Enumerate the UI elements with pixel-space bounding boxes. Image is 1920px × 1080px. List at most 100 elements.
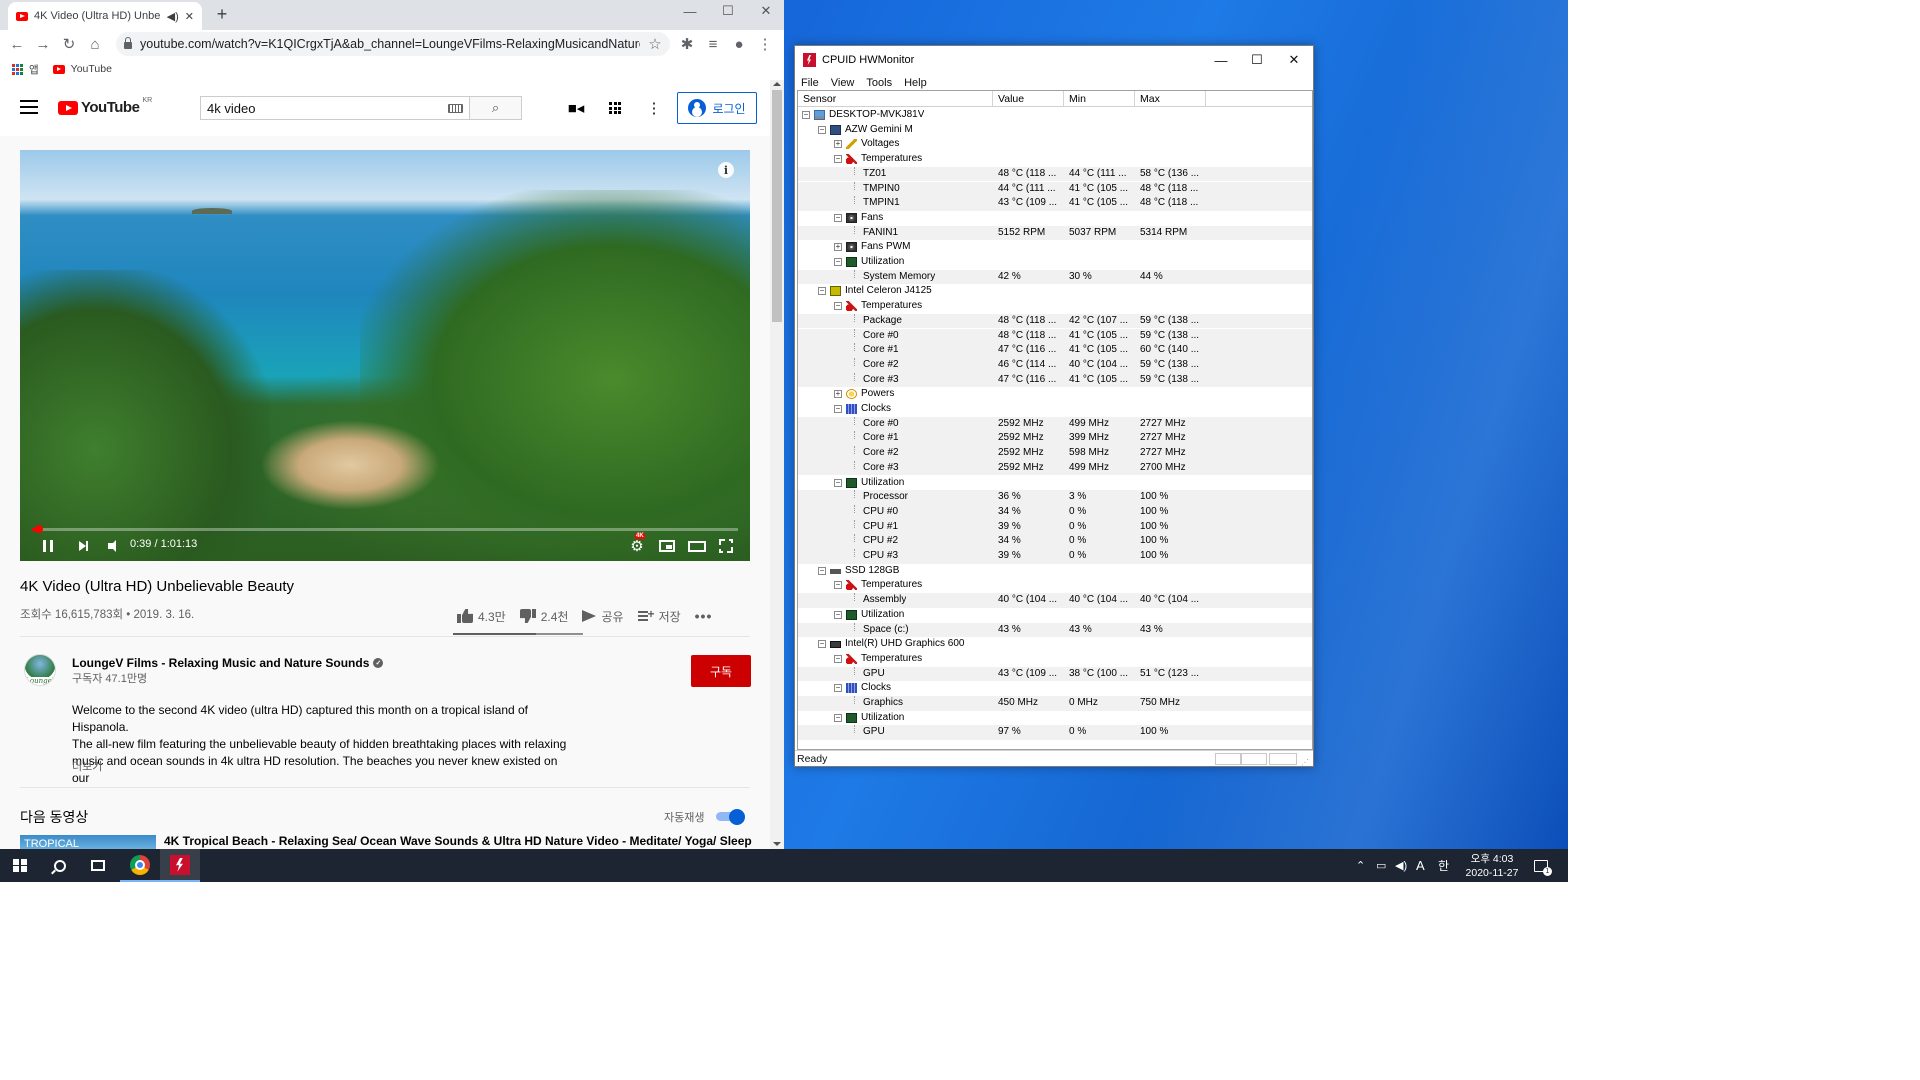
sensor-row[interactable]: Core #3 47 °C (116 ... 41 °C (105 ... 59 °C… bbox=[798, 372, 1312, 388]
sensor-row[interactable]: Core #0 2592 MHz 499 MHz 2727 MHz bbox=[798, 416, 1312, 432]
collapse-icon[interactable]: − bbox=[834, 302, 842, 311]
mute-button[interactable] bbox=[100, 536, 120, 556]
address-bar[interactable]: youtube.com/watch?v=K1QICrgxTjA&ab_chann… bbox=[116, 32, 670, 56]
media-control-icon[interactable]: ≡ bbox=[702, 33, 724, 55]
taskbar-clock[interactable]: 오후 4:03 2020-11-27 bbox=[1460, 852, 1524, 880]
settings-button[interactable]: ⚙ 4K bbox=[626, 533, 648, 556]
sensor-group-row[interactable]: − Intel(R) UHD Graphics 600 bbox=[798, 637, 1312, 652]
sensor-group-row[interactable]: − SSD 128GB bbox=[798, 564, 1312, 579]
sensor-group-row[interactable]: − Intel Celeron J4125 bbox=[798, 284, 1312, 299]
sensor-group-row[interactable]: − Temperatures bbox=[798, 652, 1312, 667]
resize-grip-icon[interactable]: ⋰ bbox=[1301, 755, 1309, 771]
channel-name[interactable]: LoungeV Films - Relaxing Music and Natur… bbox=[72, 656, 384, 670]
show-hidden-icons[interactable]: ⌃ bbox=[1356, 849, 1365, 882]
subscribe-button[interactable]: 구독 bbox=[691, 655, 751, 687]
column-sensor[interactable]: Sensor bbox=[798, 91, 993, 106]
pause-button[interactable] bbox=[38, 536, 58, 556]
menu-tools[interactable]: Tools bbox=[866, 77, 892, 89]
sensor-row[interactable]: CPU #3 39 % 0 % 100 % bbox=[798, 549, 1312, 564]
close-window-button[interactable]: ✕ bbox=[748, 0, 784, 22]
sensor-group-row[interactable]: − Clocks bbox=[798, 681, 1312, 696]
sensor-row[interactable]: Space (c:) 43 % 43 % 43 % bbox=[798, 622, 1312, 638]
youtube-bookmark-icon[interactable] bbox=[52, 64, 65, 74]
bookmark-apps[interactable]: 앱 bbox=[29, 62, 39, 77]
page-scrollbar[interactable] bbox=[770, 80, 784, 849]
column-max[interactable]: Max bbox=[1135, 91, 1206, 106]
login-button[interactable]: 로그인 bbox=[677, 92, 757, 124]
more-actions-button[interactable]: ••• bbox=[695, 608, 713, 624]
extensions-icon[interactable]: ✱ bbox=[676, 33, 698, 55]
url-text[interactable]: youtube.com/watch?v=K1QICrgxTjA&ab_chann… bbox=[140, 37, 640, 51]
save-button[interactable]: 저장 bbox=[637, 607, 681, 625]
collapse-icon[interactable]: − bbox=[834, 654, 842, 663]
sensor-row[interactable]: Core #2 2592 MHz 598 MHz 2727 MHz bbox=[798, 446, 1312, 461]
scrollbar-thumb[interactable] bbox=[772, 90, 782, 322]
sensor-row[interactable]: GPU 43 °C (109 ... 38 °C (100 ... 51 °C (12… bbox=[798, 666, 1312, 682]
sensor-row[interactable]: System Memory 42 % 30 % 44 % bbox=[798, 269, 1312, 285]
theater-mode-button[interactable] bbox=[686, 536, 708, 556]
fullscreen-button[interactable] bbox=[716, 536, 736, 556]
info-icon[interactable]: i bbox=[718, 162, 734, 178]
input-language[interactable]: A bbox=[1416, 849, 1425, 882]
collapse-icon[interactable]: − bbox=[834, 258, 842, 266]
share-button[interactable]: 공유 bbox=[582, 608, 624, 625]
minimize-button[interactable]: — bbox=[672, 0, 708, 22]
video-player[interactable]: i 0:39 / 1:01:13 ⚙ 4K bbox=[20, 150, 750, 561]
sensor-row[interactable]: Core #0 48 °C (118 ... 41 °C (105 ... 59 °C… bbox=[798, 328, 1312, 344]
start-button[interactable] bbox=[0, 849, 40, 882]
collapse-icon[interactable]: − bbox=[834, 581, 842, 590]
sensor-group-row[interactable]: − Temperatures bbox=[798, 299, 1312, 314]
apps-grid-icon[interactable] bbox=[605, 98, 625, 118]
miniplayer-button[interactable] bbox=[656, 536, 678, 556]
show-more-link[interactable]: 더보기 bbox=[72, 758, 102, 774]
sensor-group-row[interactable]: − Clocks bbox=[798, 402, 1312, 417]
collapse-icon[interactable]: − bbox=[834, 713, 842, 722]
apps-icon[interactable] bbox=[12, 63, 23, 75]
bookmark-youtube[interactable]: YouTube bbox=[71, 63, 112, 75]
menu-help[interactable]: Help bbox=[904, 77, 927, 89]
channel-name-text[interactable]: LoungeV Films - Relaxing Music and Natur… bbox=[72, 656, 369, 670]
channel-avatar[interactable]: LoungeV bbox=[24, 654, 56, 686]
next-button[interactable] bbox=[72, 536, 92, 556]
scroll-down-icon[interactable] bbox=[773, 842, 781, 846]
sensor-row[interactable]: TMPIN0 44 °C (111 ... 41 °C (105 ... 48 °C … bbox=[798, 181, 1312, 197]
sensor-row[interactable]: CPU #2 34 % 0 % 100 % bbox=[798, 534, 1312, 549]
action-center-button[interactable]: 1 bbox=[1534, 849, 1552, 882]
reload-icon[interactable]: ↻ bbox=[58, 33, 80, 55]
dislike-button[interactable]: 2.4천 bbox=[520, 608, 569, 625]
sensor-row[interactable]: Assembly 40 °C (104 ... 40 °C (104 ... 40 °… bbox=[798, 593, 1312, 608]
sensor-group-row[interactable]: − AZW Gemini M bbox=[798, 123, 1312, 138]
settings-more-icon[interactable]: ⋮ bbox=[644, 98, 664, 118]
guide-menu-icon[interactable] bbox=[20, 100, 38, 114]
autoplay-toggle[interactable] bbox=[716, 809, 745, 825]
sensor-group-row[interactable]: − Utilization bbox=[798, 608, 1312, 623]
expand-icon[interactable]: + bbox=[834, 390, 842, 399]
sensor-group-row[interactable]: − Utilization bbox=[798, 476, 1312, 491]
sensor-row[interactable]: TMPIN1 43 °C (109 ... 41 °C (105 ... 48 °C … bbox=[798, 196, 1312, 211]
bookmark-star-icon[interactable]: ☆ bbox=[644, 33, 666, 55]
collapse-icon[interactable]: − bbox=[802, 111, 810, 119]
tab-youtube[interactable]: 4K Video (Ultra HD) Unbelie ◀) ✕ bbox=[8, 2, 202, 30]
expand-icon[interactable]: + bbox=[834, 140, 842, 149]
youtube-logo[interactable]: YouTube KR bbox=[58, 97, 152, 116]
forward-icon[interactable]: → bbox=[32, 33, 54, 55]
create-video-icon[interactable]: ■◂ bbox=[566, 98, 586, 118]
sensor-group-row[interactable]: − Utilization bbox=[798, 255, 1312, 270]
chrome-menu-icon[interactable]: ⋮ bbox=[754, 33, 776, 55]
search-button[interactable] bbox=[40, 849, 80, 882]
like-button[interactable]: 4.3만 bbox=[457, 608, 506, 625]
next-video-thumbnail[interactable]: TROPICAL bbox=[20, 835, 156, 849]
collapse-icon[interactable]: − bbox=[834, 155, 842, 164]
collapse-icon[interactable]: − bbox=[834, 478, 842, 487]
expand-icon[interactable]: + bbox=[834, 243, 842, 252]
sensor-group-row[interactable]: − DESKTOP-MVKJ81V bbox=[798, 108, 1312, 123]
menu-view[interactable]: View bbox=[831, 77, 855, 89]
sensor-group-row[interactable]: − Temperatures bbox=[798, 578, 1312, 593]
sensor-group-row[interactable]: + Fans PWM bbox=[798, 240, 1312, 255]
collapse-icon[interactable]: − bbox=[834, 684, 842, 693]
sensor-row[interactable]: CPU #1 39 % 0 % 100 % bbox=[798, 519, 1312, 535]
profile-icon[interactable]: ● bbox=[728, 33, 750, 55]
minimize-button[interactable]: — bbox=[1203, 46, 1239, 74]
sensor-row[interactable]: TZ01 48 °C (118 ... 44 °C (111 ... 58 °C (1… bbox=[798, 166, 1312, 182]
sensor-group-row[interactable]: − Utilization bbox=[798, 711, 1312, 726]
